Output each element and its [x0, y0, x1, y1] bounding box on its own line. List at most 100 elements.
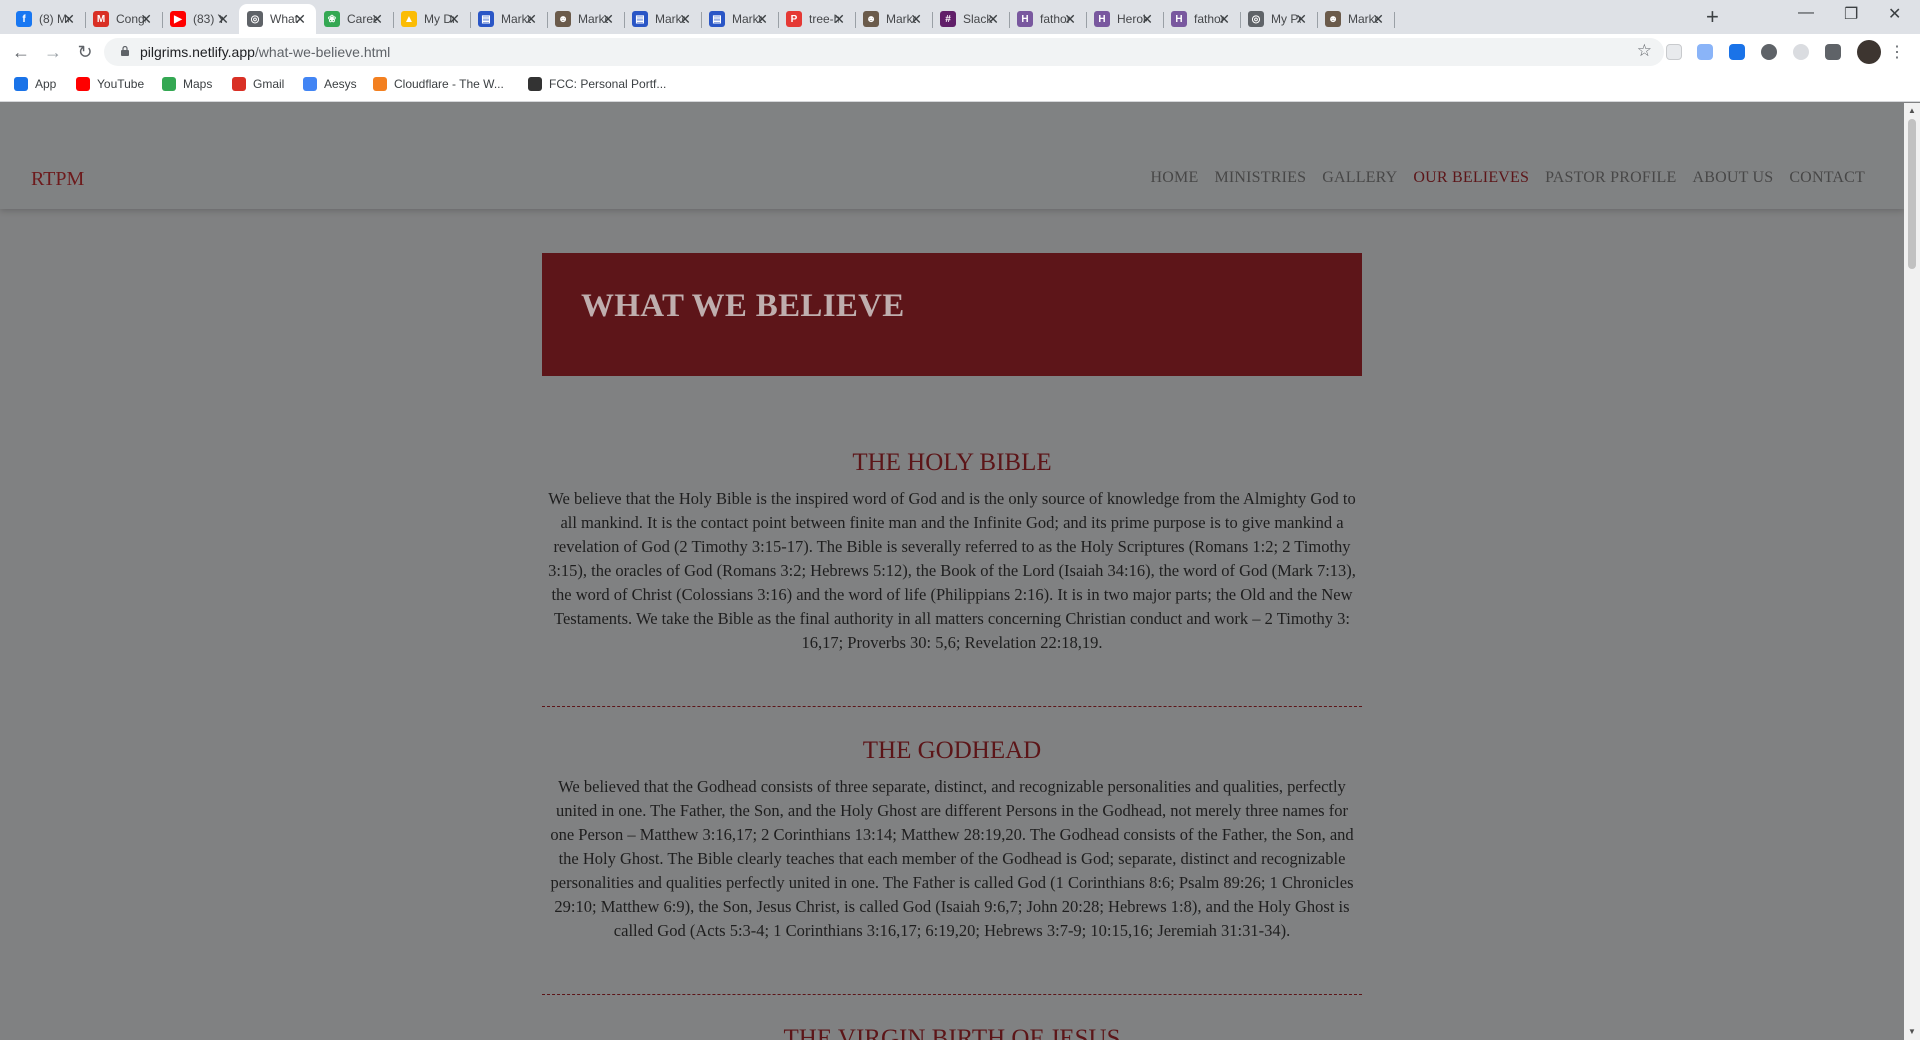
page-viewport: RTPM HOME MINISTRIES GALLERY OUR BELIEVES PA…: [0, 103, 1904, 1040]
reload-icon[interactable]: ↻: [72, 39, 98, 65]
address-bar[interactable]: pilgrims.netlify.app/what-we-believe.htm…: [104, 38, 1664, 66]
bookmark-item[interactable]: App: [14, 77, 56, 91]
close-tab-icon[interactable]: ✕: [63, 11, 75, 28]
browser-tab[interactable]: Ptree-house✕: [778, 4, 856, 34]
browser-tab[interactable]: ▤Markdown✕: [470, 4, 548, 34]
gmail-icon: [232, 77, 246, 91]
lock-icon: [121, 46, 129, 56]
site-brand-logo[interactable]: RTPM: [31, 168, 84, 191]
bookmarks-bar: App YouTube Maps Gmail Aesys Cloudflare - The…: [0, 70, 1920, 102]
extension-icon[interactable]: [1697, 44, 1713, 60]
close-tab-icon[interactable]: ✕: [448, 11, 460, 28]
browser-tab[interactable]: HHeroku✕: [1086, 4, 1164, 34]
leaf-icon: ❀: [324, 11, 340, 27]
restore-button[interactable]: ❐: [1844, 4, 1858, 24]
browser-tab[interactable]: ▶(83) YouTube✕: [162, 4, 240, 34]
gmail-icon: M: [93, 11, 109, 27]
nav-link-gallery[interactable]: GALLERY: [1322, 169, 1397, 187]
slack-icon: #: [940, 11, 956, 27]
nav-link-pastor-profile[interactable]: PASTOR PROFILE: [1545, 169, 1676, 187]
browser-tab[interactable]: Hfathom✕: [1163, 4, 1241, 34]
extension-icon[interactable]: [1793, 44, 1809, 60]
bookmark-item[interactable]: YouTube: [76, 77, 144, 91]
facebook-icon: f: [16, 11, 32, 27]
menu-kebab-icon[interactable]: ⋮: [1884, 39, 1910, 65]
heroku-icon: H: [1171, 11, 1187, 27]
back-arrow-icon[interactable]: ←: [8, 39, 34, 65]
section-heading: THE GODHEAD: [862, 737, 1042, 764]
browser-tab[interactable]: ◎What We Believe✕: [239, 4, 316, 34]
page-scrollbar[interactable]: ▲ ▼: [1904, 103, 1920, 1040]
browser-tab[interactable]: Hfathom✕: [1009, 4, 1087, 34]
nav-link-home[interactable]: HOME: [1151, 169, 1199, 187]
nav-link-ministries[interactable]: MINISTRIES: [1214, 169, 1306, 187]
puzzle-extensions-icon[interactable]: [1825, 44, 1841, 60]
browser-tab[interactable]: ☻Markdown✕: [855, 4, 933, 34]
globe-icon: ◎: [247, 11, 263, 27]
close-tab-icon[interactable]: ✕: [371, 11, 383, 28]
browser-tab[interactable]: ☻Markdown✕: [1317, 4, 1395, 34]
bookmark-item[interactable]: Cloudflare - The W...: [373, 77, 504, 91]
close-tab-icon[interactable]: ✕: [987, 11, 999, 28]
heroku-icon: H: [1094, 11, 1110, 27]
zoom-extension-icon[interactable]: [1729, 44, 1745, 60]
close-tab-icon[interactable]: ✕: [525, 11, 537, 28]
belief-section-virgin-birth: THE VIRGIN BIRTH OF JESUS: [542, 1025, 1362, 1040]
close-tab-icon[interactable]: ✕: [910, 11, 922, 28]
browser-tab[interactable]: ❀Careers✕: [316, 4, 394, 34]
close-tab-icon[interactable]: ✕: [294, 11, 306, 28]
bookmark-item[interactable]: Maps: [162, 77, 212, 91]
doc-icon: ▤: [478, 11, 494, 27]
new-tab-button[interactable]: +: [1706, 4, 1719, 30]
scroll-down-arrow-icon[interactable]: ▼: [1908, 1027, 1916, 1036]
bookmark-item[interactable]: Aesys: [303, 77, 357, 91]
browser-tab[interactable]: ◎My Portfolio✕: [1240, 4, 1318, 34]
close-tab-icon[interactable]: ✕: [1064, 11, 1076, 28]
close-tab-icon[interactable]: ✕: [602, 11, 614, 28]
youtube-icon: ▶: [170, 11, 186, 27]
section-body: We believed that the Godhead consists of…: [550, 777, 1354, 940]
close-tab-icon[interactable]: ✕: [756, 11, 768, 28]
nav-link-about-us[interactable]: ABOUT US: [1692, 169, 1773, 187]
minimize-button[interactable]: —: [1798, 4, 1814, 22]
nav-link-contact[interactable]: CONTACT: [1789, 169, 1865, 187]
bookmark-label: Aesys: [324, 77, 357, 91]
nav-link-our-believes[interactable]: OUR BELIEVES: [1413, 169, 1529, 187]
profile-avatar[interactable]: [1857, 40, 1881, 64]
scroll-up-arrow-icon[interactable]: ▲: [1908, 106, 1916, 115]
browser-tab[interactable]: ▲My Drive✕: [393, 4, 471, 34]
browser-tab[interactable]: ▤Markdown✕: [701, 4, 779, 34]
close-tab-icon[interactable]: ✕: [679, 11, 691, 28]
close-tab-icon[interactable]: ✕: [217, 11, 229, 28]
heroku-icon: H: [1017, 11, 1033, 27]
extension-icon[interactable]: [1666, 44, 1682, 60]
section-body: We believe that the Holy Bible is the in…: [548, 489, 1356, 652]
bookmark-star-icon[interactable]: ☆: [1637, 41, 1652, 61]
browser-tab[interactable]: f(8) Messenger✕: [8, 4, 86, 34]
browser-tab[interactable]: ☻Markdown✕: [547, 4, 625, 34]
browser-tab[interactable]: MCongratulations✕: [85, 4, 163, 34]
url-text: pilgrims.netlify.app/what-we-believe.htm…: [140, 44, 391, 60]
doc-icon: ▤: [632, 11, 648, 27]
close-tab-icon[interactable]: ✕: [1141, 11, 1153, 28]
close-tab-icon[interactable]: ✕: [1372, 11, 1384, 28]
avatar-icon: ☻: [863, 11, 879, 27]
settings-extension-icon[interactable]: [1761, 44, 1777, 60]
section-heading: THE VIRGIN BIRTH OF JESUS: [783, 1025, 1121, 1040]
browser-tab[interactable]: ▤Markdown✕: [624, 4, 702, 34]
cloudflare-icon: [373, 77, 387, 91]
close-window-button[interactable]: ✕: [1888, 4, 1901, 24]
bookmark-label: YouTube: [97, 77, 145, 91]
globe-icon: ◎: [1248, 11, 1264, 27]
browser-tab[interactable]: # Slack ✕: [932, 4, 1010, 34]
pdf-icon: P: [786, 11, 802, 27]
close-tab-icon[interactable]: ✕: [140, 11, 152, 28]
scrollbar-thumb[interactable]: [1908, 119, 1916, 269]
bookmark-item[interactable]: FCC: Personal Portf...: [528, 77, 666, 91]
forward-arrow-icon[interactable]: →: [40, 39, 66, 65]
close-tab-icon[interactable]: ✕: [1295, 11, 1307, 28]
close-tab-icon[interactable]: ✕: [1218, 11, 1230, 28]
bookmark-item[interactable]: Gmail: [232, 77, 284, 91]
bookmark-label: Gmail: [253, 77, 285, 91]
close-tab-icon[interactable]: ✕: [833, 11, 845, 28]
